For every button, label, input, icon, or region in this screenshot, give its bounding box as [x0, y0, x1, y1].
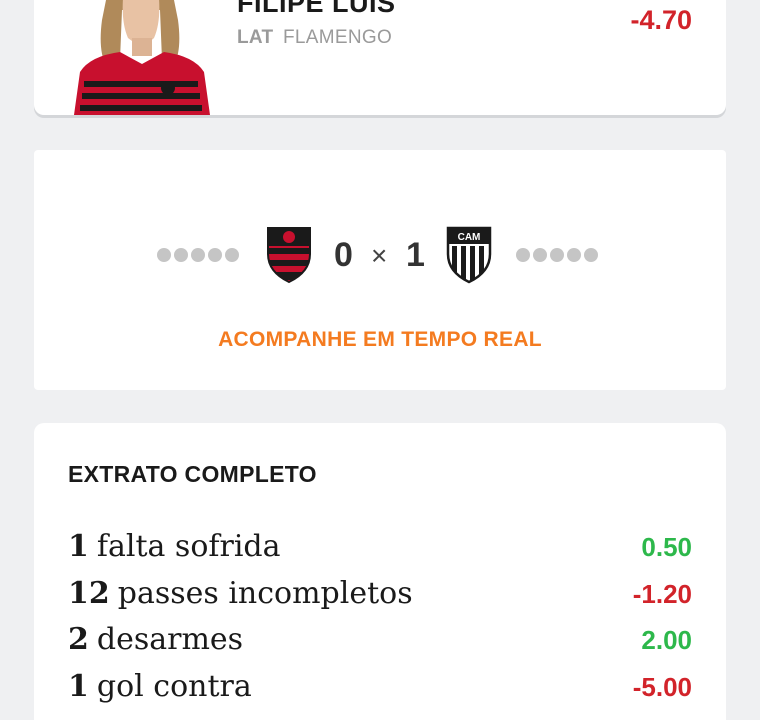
stat-value: 2.00	[641, 625, 692, 655]
home-score: 0	[334, 236, 353, 274]
list-item: 12 passes incompletos -1.20	[68, 576, 692, 623]
home-team-crest	[264, 224, 314, 284]
away-score: 1	[406, 236, 425, 274]
stat-label: desarmes	[96, 622, 244, 657]
stat-description: 12 passes incompletos	[68, 576, 413, 611]
statement-title: EXTRATO COMPLETO	[68, 461, 317, 487]
stat-value: -5.00	[632, 671, 692, 702]
home-form-dots	[157, 248, 239, 262]
live-follow-link[interactable]: ACOMPANHE EM TEMPO REAL	[34, 328, 726, 352]
away-team-crest: CAM	[444, 224, 494, 284]
player-avatar	[70, 0, 210, 115]
player-meta: LAT FLAMENGO	[237, 27, 392, 49]
player-card[interactable]: FILIPE LUÍS LAT FLAMENGO -4.70	[34, 0, 726, 115]
stat-value: 0.50	[641, 532, 692, 562]
stat-label: falta sofrida	[96, 529, 281, 564]
away-form-dots	[516, 248, 598, 262]
stat-description: 1 gol contra	[68, 669, 252, 704]
match-card: 0 × 1 CAM ACOMPANHE EM TEMPO REAL	[34, 150, 726, 390]
stat-description: 2 desarmes	[68, 622, 243, 657]
scoreline: 0 × 1 CAM	[34, 224, 726, 286]
player-name: FILIPE LUÍS	[237, 0, 396, 18]
statement-list: 1 falta sofrida 0.50 12 passes incompletos…	[68, 529, 692, 715]
score-separator: ×	[371, 240, 388, 271]
stat-value: -1.20	[632, 578, 692, 609]
player-score: -4.70	[630, 5, 692, 35]
player-position: LAT	[237, 27, 274, 48]
stat-count: 12	[68, 575, 110, 611]
statement-card: EXTRATO COMPLETO 1 falta sofrida 0.50 12 p…	[34, 423, 726, 720]
stat-count: 2	[68, 622, 89, 657]
stat-count: 1	[68, 529, 89, 564]
stat-label: passes incompletos	[117, 575, 413, 611]
list-item: 2 desarmes 2.00	[68, 622, 692, 669]
away-crest-text: CAM	[458, 232, 481, 243]
stat-label: gol contra	[96, 668, 252, 704]
list-item: 1 gol contra -5.00	[68, 669, 692, 716]
stat-description: 1 falta sofrida	[68, 529, 281, 564]
stat-count: 1	[68, 668, 89, 704]
player-team: FLAMENGO	[283, 27, 393, 48]
list-item: 1 falta sofrida 0.50	[68, 529, 692, 576]
